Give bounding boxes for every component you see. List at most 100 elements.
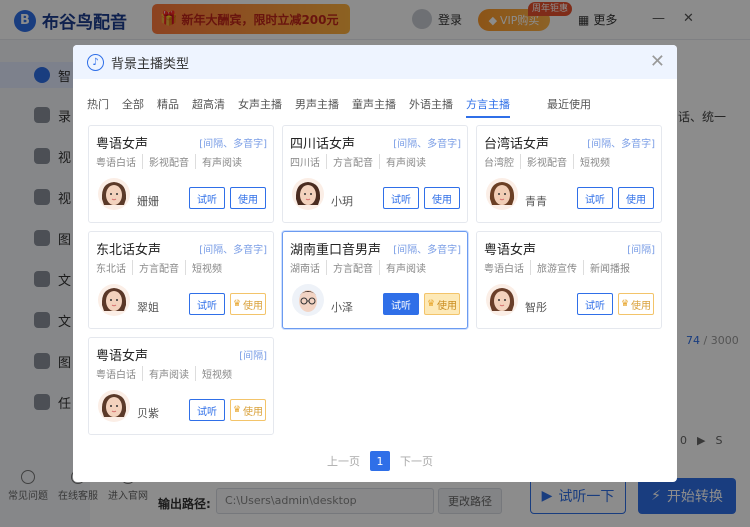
avatar: [486, 178, 518, 210]
use-button[interactable]: ♛ 使用: [424, 293, 460, 315]
tab-ultra-hd[interactable]: 超高清: [192, 96, 225, 118]
voice-tags: 台湾腔 影视配音 短视频: [484, 154, 610, 169]
voice-name: 小泽: [331, 301, 353, 314]
avatar: [98, 284, 130, 316]
vip-crown-icon: ♛: [426, 299, 436, 309]
modal-title: 背景主播类型: [111, 56, 190, 72]
voice-tag: 影视配音: [520, 154, 567, 169]
avatar: [292, 178, 324, 210]
voice-tag: 粤语白话: [96, 158, 136, 169]
avatar: [98, 178, 130, 210]
use-label: 使用: [238, 194, 258, 206]
tab-foreign[interactable]: 外语主播: [409, 96, 453, 118]
voice-tags: 湖南话 方言配音 有声阅读: [290, 260, 426, 275]
voice-tag: 湖南话: [290, 264, 320, 275]
voice-card[interactable]: 粤语女声 [间隔、多音字] 粤语白话 影视配音 有声阅读 姗姗 试听 使用: [88, 125, 274, 223]
use-button[interactable]: 使用: [618, 187, 654, 209]
voice-tag: 方言配音: [326, 154, 373, 169]
use-button[interactable]: ♛ 使用: [230, 293, 266, 315]
voice-tags: 粤语白话 影视配音 有声阅读: [96, 154, 242, 169]
voice-tags: 粤语白话 旅游宣传 新闻播报: [484, 260, 630, 275]
use-button[interactable]: ♛ 使用: [230, 399, 266, 421]
use-label: 使用: [437, 300, 458, 312]
voice-title: 湖南重口音男声: [290, 243, 382, 258]
prev-page-button[interactable]: 上一页: [327, 453, 360, 469]
voice-tag: 旅游宣传: [530, 260, 577, 275]
voice-tag: 方言配音: [132, 260, 179, 275]
music-note-icon: ♪: [87, 53, 104, 71]
use-label: 使用: [432, 194, 452, 206]
listen-button[interactable]: 试听: [383, 293, 419, 315]
voice-tags: 东北话 方言配音 短视频: [96, 260, 222, 275]
voice-tag: 影视配音: [142, 154, 189, 169]
use-label: 使用: [243, 406, 264, 418]
voice-feature-badge: [间隔、多音字]: [393, 139, 461, 150]
tab-recent[interactable]: 最近使用: [547, 96, 591, 118]
voice-card[interactable]: 四川话女声 [间隔、多音字] 四川话 方言配音 有声阅读 小玥 试听 使用: [282, 125, 468, 223]
vip-crown-icon: ♛: [232, 299, 242, 309]
voice-tag: 方言配音: [326, 260, 373, 275]
voice-feature-badge: [间隔]: [239, 351, 267, 362]
use-button[interactable]: ♛ 使用: [618, 293, 654, 315]
voice-name: 青青: [525, 195, 547, 208]
voice-title: 台湾话女声: [484, 137, 550, 152]
voice-tag: 短视频: [185, 260, 222, 275]
use-button[interactable]: 使用: [230, 187, 266, 209]
voice-feature-badge: [间隔、多音字]: [393, 245, 461, 256]
use-label: 使用: [626, 194, 646, 206]
tab-female[interactable]: 女声主播: [238, 96, 282, 118]
voice-name: 智彤: [525, 301, 547, 314]
voice-name: 贝紫: [137, 407, 159, 420]
avatar: [98, 390, 130, 422]
listen-button[interactable]: 试听: [577, 293, 613, 315]
tab-child[interactable]: 童声主播: [352, 96, 396, 118]
voice-name: 小玥: [331, 195, 353, 208]
voice-card[interactable]: 粤语女声 [间隔] 粤语白话 有声阅读 短视频 贝紫 试听 ♛ 使用: [88, 337, 274, 435]
voice-tag: 粤语白话: [96, 370, 136, 381]
tab-hot[interactable]: 热门: [87, 96, 109, 118]
voice-feature-badge: [间隔、多音字]: [587, 139, 655, 150]
voice-picker-modal: ♪ 背景主播类型 ✕ 热门 全部 精品 超高清 女声主播 男声主播 童声主播 外…: [73, 45, 677, 482]
voice-title: 东北话女声: [96, 243, 162, 258]
listen-button[interactable]: 试听: [189, 187, 225, 209]
category-tabs: 热门 全部 精品 超高清 女声主播 男声主播 童声主播 外语主播 方言主播 最近…: [87, 96, 604, 120]
vip-crown-icon: ♛: [232, 405, 242, 415]
voice-name: 姗姗: [137, 195, 159, 208]
avatar: [292, 284, 324, 316]
voice-tag: 东北话: [96, 264, 126, 275]
voice-tags: 粤语白话 有声阅读 短视频: [96, 366, 232, 381]
voice-title: 四川话女声: [290, 137, 356, 152]
use-label: 使用: [631, 300, 652, 312]
current-page[interactable]: 1: [370, 451, 390, 471]
voice-title: 粤语女声: [484, 243, 537, 258]
voice-tag: 短视频: [195, 366, 232, 381]
voice-tag: 台湾腔: [484, 158, 514, 169]
close-icon[interactable]: ✕: [650, 51, 665, 72]
use-button[interactable]: 使用: [424, 187, 460, 209]
tab-male[interactable]: 男声主播: [295, 96, 339, 118]
voice-card[interactable]: 台湾话女声 [间隔、多音字] 台湾腔 影视配音 短视频 青青 试听 使用: [476, 125, 662, 223]
voice-tags: 四川话 方言配音 有声阅读: [290, 154, 426, 169]
modal-header: ♪ 背景主播类型 ✕: [73, 45, 677, 79]
tab-premium[interactable]: 精品: [157, 96, 179, 118]
tab-all[interactable]: 全部: [122, 96, 144, 118]
voice-tag: 有声阅读: [379, 154, 426, 169]
tab-dialect[interactable]: 方言主播: [466, 96, 510, 118]
voice-feature-badge: [间隔、多音字]: [199, 245, 267, 256]
voice-name: 翠姐: [137, 301, 159, 314]
voice-tag: 新闻播报: [583, 260, 630, 275]
listen-button[interactable]: 试听: [577, 187, 613, 209]
avatar: [486, 284, 518, 316]
listen-button[interactable]: 试听: [189, 293, 225, 315]
listen-button[interactable]: 试听: [383, 187, 419, 209]
voice-tag: 有声阅读: [379, 260, 426, 275]
voice-tag: 短视频: [573, 154, 610, 169]
listen-button[interactable]: 试听: [189, 399, 225, 421]
next-page-button[interactable]: 下一页: [400, 453, 433, 469]
voice-feature-badge: [间隔]: [627, 245, 655, 256]
voice-card[interactable]: 粤语女声 [间隔] 粤语白话 旅游宣传 新闻播报 智彤 试听 ♛ 使用: [476, 231, 662, 329]
voice-tag: 有声阅读: [142, 366, 189, 381]
voice-card[interactable]: 湖南重口音男声 [间隔、多音字] 湖南话 方言配音 有声阅读 小泽 试听 ♛ 使…: [282, 231, 468, 329]
pagination: 上一页 1 下一页: [327, 451, 433, 471]
voice-card[interactable]: 东北话女声 [间隔、多音字] 东北话 方言配音 短视频 翠姐 试听 ♛ 使用: [88, 231, 274, 329]
